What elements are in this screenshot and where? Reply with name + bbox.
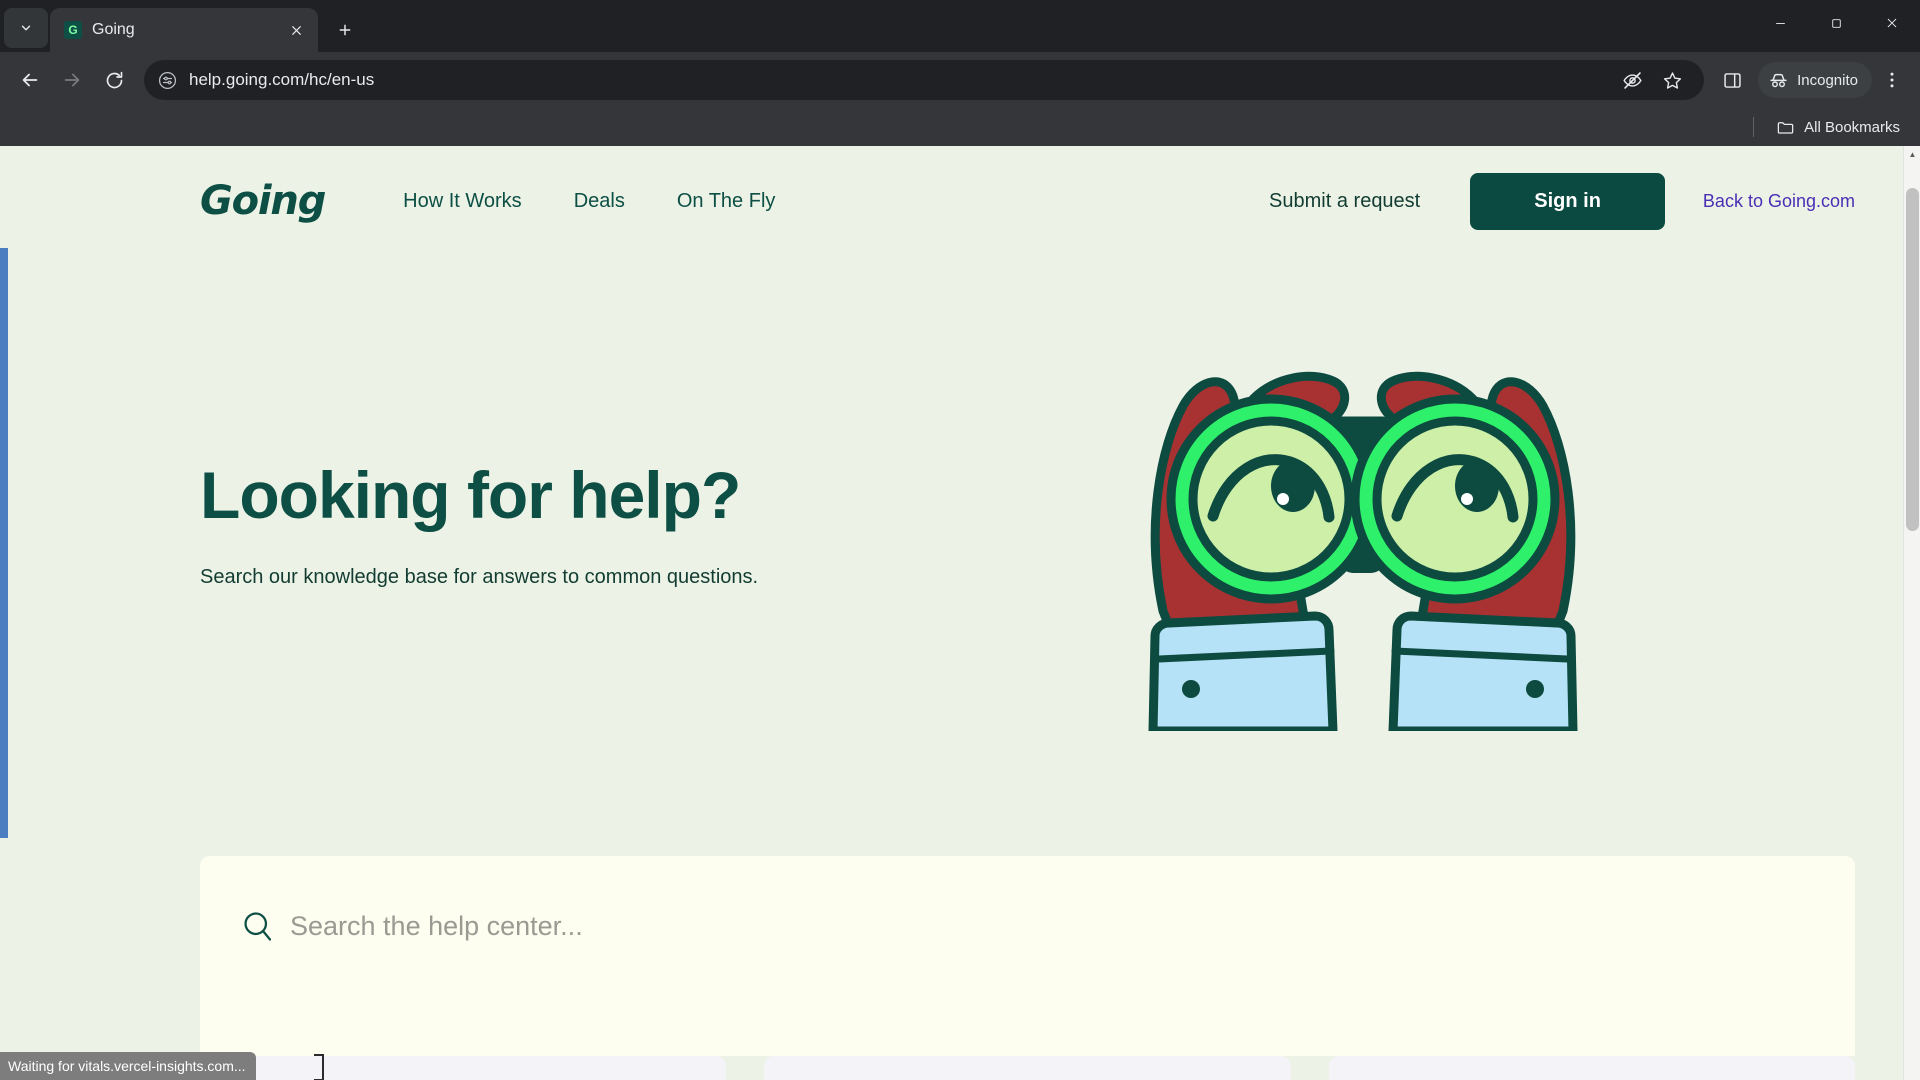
- folder-icon: [1777, 121, 1794, 134]
- all-bookmarks-label: All Bookmarks: [1804, 118, 1900, 136]
- close-icon: [1887, 18, 1897, 28]
- site-header: Going How It Works Deals On The Fly Subm…: [0, 146, 1903, 256]
- incognito-indicator[interactable]: Incognito: [1758, 62, 1872, 98]
- bookmarks-bar: All Bookmarks: [0, 108, 1920, 146]
- tab-search-button[interactable]: [4, 8, 48, 48]
- arrow-left-icon: [22, 73, 38, 87]
- tracking-protection-button[interactable]: [1614, 62, 1650, 98]
- tab-strip: G Going: [0, 0, 1920, 52]
- page-viewport: Going How It Works Deals On The Fly Subm…: [0, 146, 1920, 1080]
- close-icon: [291, 25, 301, 35]
- side-panel-button[interactable]: [1714, 62, 1750, 98]
- skeleton-card-1[interactable]: [200, 1056, 727, 1080]
- side-panel-icon: [1723, 72, 1741, 88]
- text-cursor: [314, 1054, 324, 1080]
- nav-item-on-the-fly[interactable]: On The Fly: [677, 190, 776, 213]
- search-row[interactable]: Search the help center...: [240, 908, 1815, 944]
- status-bubble: Waiting for vitals.vercel-insights.com..…: [0, 1052, 256, 1080]
- page-scrollbar[interactable]: ▲: [1903, 146, 1920, 1080]
- back-button[interactable]: [10, 60, 50, 100]
- reload-icon: [106, 71, 122, 88]
- eye-slash-icon: [1622, 71, 1642, 89]
- plus-icon: [339, 24, 351, 36]
- header-actions: Submit a request Sign in Back to Going.c…: [1269, 172, 1855, 230]
- window-controls: [1752, 0, 1920, 46]
- tune-icon[interactable]: [158, 71, 177, 90]
- bookmark-star-button[interactable]: [1654, 62, 1690, 98]
- going-favicon: G: [64, 21, 82, 39]
- window-close-button[interactable]: [1864, 0, 1920, 46]
- browser-tab[interactable]: G Going: [50, 8, 318, 52]
- going-logo[interactable]: Going: [200, 178, 326, 224]
- submit-a-request-link[interactable]: Submit a request: [1269, 190, 1420, 213]
- chevron-down-icon: [21, 25, 31, 31]
- tab-title: Going: [92, 21, 135, 38]
- browser-toolbar: help.going.com/hc/en-us Incognito: [0, 52, 1920, 108]
- omnibox-actions: [1614, 62, 1690, 98]
- scrollbar-up-arrow[interactable]: ▲: [1904, 150, 1920, 159]
- search-card: Search the help center...: [200, 856, 1855, 1056]
- category-cards-row: [200, 1056, 1855, 1080]
- star-icon: [1663, 71, 1681, 89]
- page-subtitle: Search our knowledge base for answers to…: [200, 566, 759, 589]
- new-tab-button[interactable]: [326, 11, 364, 49]
- nav-item-how-it-works[interactable]: How It Works: [403, 190, 522, 213]
- skeleton-card-3[interactable]: [1328, 1056, 1855, 1080]
- binoculars-hands-illustration: [1103, 311, 1623, 736]
- skip-to-content-focus-bar[interactable]: [0, 248, 8, 838]
- incognito-hat-icon: [1770, 73, 1787, 87]
- forward-button[interactable]: [52, 60, 92, 100]
- window-maximize-button[interactable]: [1808, 0, 1864, 46]
- reload-button[interactable]: [94, 60, 134, 100]
- window-minimize-button[interactable]: [1752, 0, 1808, 46]
- help-center-page: Going How It Works Deals On The Fly Subm…: [0, 146, 1903, 1080]
- bookmarks-divider: [1753, 117, 1755, 137]
- all-bookmarks-button[interactable]: All Bookmarks: [1768, 114, 1908, 141]
- address-bar-url: help.going.com/hc/en-us: [189, 70, 375, 89]
- browser-window: G Going help.going.com/hc/en-us Incognit…: [0, 0, 1920, 1080]
- minimize-icon: [1775, 22, 1785, 24]
- main-navigation: How It Works Deals On The Fly: [403, 190, 775, 213]
- skeleton-card-2[interactable]: [764, 1056, 1291, 1080]
- browser-menu-button[interactable]: [1874, 62, 1910, 98]
- address-bar[interactable]: help.going.com/hc/en-us: [144, 60, 1705, 100]
- hero-section: Looking for help? Search our knowledge b…: [0, 256, 1903, 856]
- page-title: Looking for help?: [200, 458, 741, 532]
- maximize-icon: [1831, 18, 1841, 28]
- sign-in-button[interactable]: Sign in: [1470, 172, 1665, 230]
- scrollbar-thumb[interactable]: [1906, 188, 1919, 531]
- search-input[interactable]: Search the help center...: [290, 911, 583, 942]
- binoculars-illustration-svg: [1148, 371, 1578, 736]
- back-to-going-link[interactable]: Back to Going.com: [1703, 191, 1855, 212]
- incognito-label: Incognito: [1797, 71, 1858, 89]
- hero-text-block: Looking for help? Search our knowledge b…: [200, 256, 758, 589]
- nav-item-deals[interactable]: Deals: [574, 190, 625, 213]
- three-dot-menu-icon: [1890, 72, 1894, 88]
- tab-close-button[interactable]: [284, 18, 308, 42]
- search-icon: [244, 912, 272, 941]
- arrow-right-icon: [64, 73, 80, 87]
